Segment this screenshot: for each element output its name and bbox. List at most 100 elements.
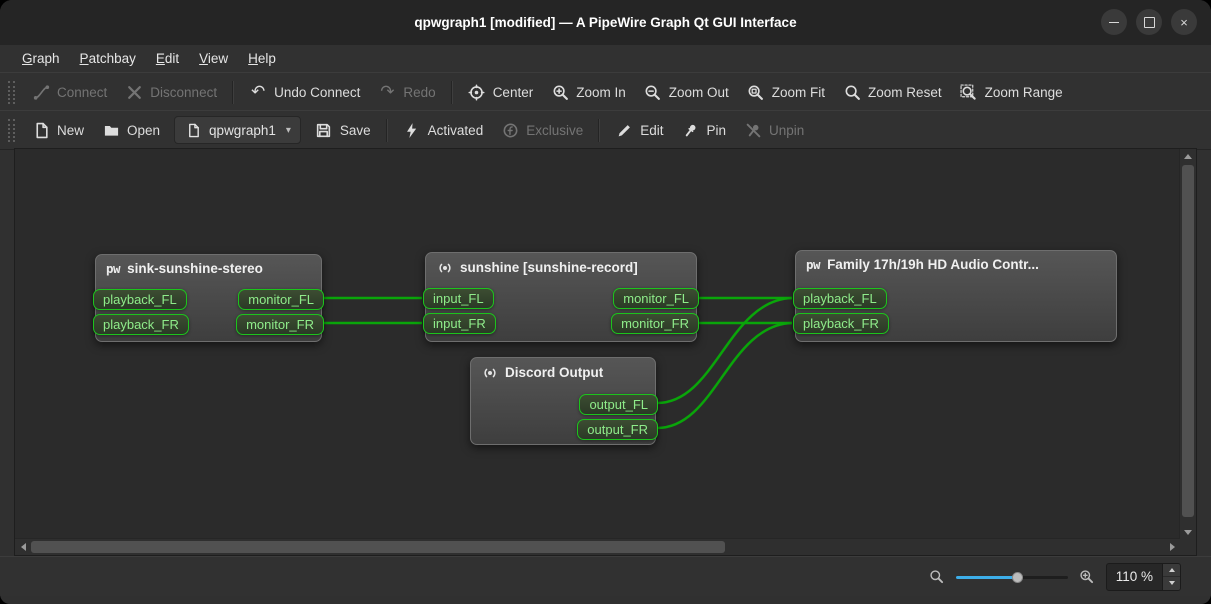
open-folder-icon: [102, 121, 120, 139]
node-discord-output[interactable]: Discord Output output_FL output_FR: [470, 357, 656, 445]
zoom-in-button[interactable]: Zoom In: [542, 77, 635, 107]
patchbay-profile-combobox[interactable]: qpwgraph1 ▾: [174, 116, 301, 144]
node-sink-sunshine-stereo[interactable]: pw sink-sunshine-stereo playback_FL play…: [95, 254, 322, 342]
edit-button[interactable]: Edit: [606, 115, 672, 145]
scroll-right-button[interactable]: [1164, 539, 1180, 555]
exclusive-toggle[interactable]: Exclusive: [492, 115, 592, 145]
activated-bolt-icon: [403, 121, 421, 139]
redo-icon: ↷: [378, 83, 396, 101]
cables-layer: [15, 149, 1180, 539]
new-button[interactable]: New: [23, 115, 93, 145]
port-output_FL[interactable]: output_FL: [579, 394, 658, 415]
zoom-fit-icon: [747, 83, 765, 101]
vertical-scrollbar[interactable]: [1179, 149, 1196, 539]
unpin-button[interactable]: Unpin: [735, 115, 813, 145]
close-button[interactable]: ×: [1171, 9, 1197, 35]
zoom-value-field[interactable]: 110 %: [1107, 564, 1162, 590]
scroll-left-button[interactable]: [15, 539, 31, 555]
connect-button[interactable]: Connect: [23, 77, 116, 107]
zoom-slider-fill: [956, 576, 1018, 579]
minimize-icon: [1109, 22, 1119, 23]
titlebar[interactable]: qpwgraph1 [modified] — A PipeWire Graph …: [0, 0, 1211, 46]
disconnect-icon: [125, 83, 143, 101]
zoom-out-icon: [644, 83, 662, 101]
node-family-hd-audio-controller[interactable]: pw Family 17h/19h HD Audio Contr... play…: [795, 250, 1117, 342]
zoom-spinbox: 110 %: [1106, 563, 1181, 591]
menu-patchbay[interactable]: Patchbay: [70, 48, 146, 69]
center-button[interactable]: Center: [459, 77, 543, 107]
statusbar: 110 %: [0, 556, 1211, 596]
zoom-in-icon: [551, 83, 569, 101]
maximize-icon: [1144, 17, 1155, 28]
zoom-reset-button[interactable]: Zoom Reset: [834, 77, 951, 107]
toolbar-handle[interactable]: [8, 81, 15, 104]
menubar: Graph Patchbay Edit View Help: [0, 45, 1211, 73]
save-icon: [315, 121, 333, 139]
patchbay-file-icon: [184, 121, 202, 139]
arrow-down-icon: [1169, 581, 1175, 585]
zoom-fit-button[interactable]: Zoom Fit: [738, 77, 834, 107]
vertical-scroll-thumb[interactable]: [1182, 165, 1194, 517]
redo-button[interactable]: ↷ Redo: [369, 77, 444, 107]
pin-icon: [682, 121, 700, 139]
port-monitor_FL[interactable]: monitor_FL: [613, 288, 699, 309]
toolbar-separator: [451, 81, 453, 104]
window-controls: ×: [1101, 9, 1197, 35]
port-monitor_FL[interactable]: monitor_FL: [238, 289, 324, 310]
activated-toggle[interactable]: Activated: [394, 115, 493, 145]
port-monitor_FR[interactable]: monitor_FR: [611, 313, 699, 334]
menu-graph[interactable]: Graph: [12, 48, 70, 69]
pin-button[interactable]: Pin: [673, 115, 736, 145]
arrow-down-icon: [1184, 530, 1192, 535]
scroll-up-button[interactable]: [1180, 149, 1196, 163]
zoom-spin-down-button[interactable]: [1163, 576, 1180, 590]
zoom-out-button[interactable]: Zoom Out: [635, 77, 738, 107]
zoom-range-button[interactable]: Zoom Range: [951, 77, 1072, 107]
horizontal-scrollbar[interactable]: [15, 538, 1180, 555]
center-icon: [468, 83, 486, 101]
zoom-in-icon: [1078, 568, 1096, 586]
zoom-slider-handle[interactable]: [1012, 572, 1023, 583]
port-playback_FR[interactable]: playback_FR: [93, 314, 189, 335]
port-monitor_FR[interactable]: monitor_FR: [236, 314, 324, 335]
new-file-icon: [32, 121, 50, 139]
patchbay-profile-value: qpwgraph1: [209, 123, 276, 138]
toolbar-separator: [598, 119, 600, 142]
close-icon: ×: [1180, 16, 1188, 29]
connect-icon: [32, 83, 50, 101]
zoom-spin-up-button[interactable]: [1163, 564, 1180, 577]
graph-toolbar: Connect Disconnect ↶ Undo Connect ↷ Redo…: [0, 72, 1211, 112]
open-button[interactable]: Open: [93, 115, 169, 145]
scroll-down-button[interactable]: [1180, 525, 1196, 539]
app-window: qpwgraph1 [modified] — A PipeWire Graph …: [0, 0, 1211, 604]
menu-edit[interactable]: Edit: [146, 48, 189, 69]
toolbar-handle[interactable]: [8, 119, 15, 142]
menu-view[interactable]: View: [189, 48, 238, 69]
window-title: qpwgraph1 [modified] — A PipeWire Graph …: [414, 15, 796, 30]
undo-connect-button[interactable]: ↶ Undo Connect: [240, 77, 369, 107]
scrollbar-corner: [1180, 539, 1196, 555]
graph-view-frame: pw sink-sunshine-stereo playback_FL play…: [14, 148, 1197, 556]
port-input_FL[interactable]: input_FL: [423, 288, 494, 309]
port-output_FR[interactable]: output_FR: [577, 419, 658, 440]
port-input_FR[interactable]: input_FR: [423, 313, 496, 334]
arrow-up-icon: [1184, 154, 1192, 159]
port-playback_FL[interactable]: playback_FL: [793, 288, 887, 309]
chevron-down-icon: ▾: [286, 125, 291, 136]
disconnect-button[interactable]: Disconnect: [116, 77, 226, 107]
toolbar-separator: [232, 81, 234, 104]
node-sunshine-record[interactable]: sunshine [sunshine-record] input_FL inpu…: [425, 252, 697, 342]
menu-help[interactable]: Help: [238, 48, 286, 69]
arrow-right-icon: [1170, 543, 1175, 551]
undo-icon: ↶: [249, 83, 267, 101]
port-playback_FL[interactable]: playback_FL: [93, 289, 187, 310]
maximize-button[interactable]: [1136, 9, 1162, 35]
zoom-slider[interactable]: [956, 569, 1068, 585]
port-playback_FR[interactable]: playback_FR: [793, 313, 889, 334]
minimize-button[interactable]: [1101, 9, 1127, 35]
horizontal-scroll-thumb[interactable]: [31, 541, 725, 553]
graph-canvas[interactable]: pw sink-sunshine-stereo playback_FL play…: [15, 149, 1180, 539]
exclusive-icon: [501, 121, 519, 139]
save-button[interactable]: Save: [306, 115, 380, 145]
arrow-up-icon: [1169, 568, 1175, 572]
